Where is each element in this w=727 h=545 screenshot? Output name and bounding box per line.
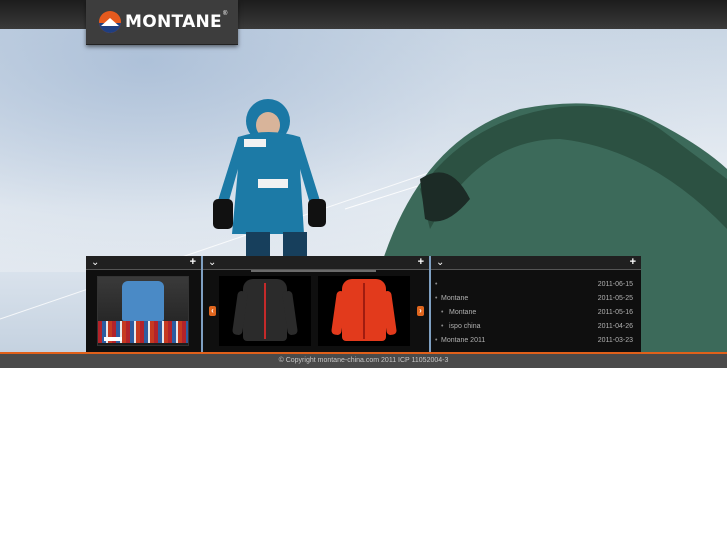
- product-card-dark-jacket[interactable]: [219, 276, 311, 346]
- news-item[interactable]: • Montane 2011-05-16: [435, 306, 637, 320]
- montane-mountain-icon: [99, 11, 121, 33]
- products-panel-header: ⌄ +: [203, 256, 429, 270]
- news-title[interactable]: Montane: [441, 292, 468, 306]
- bullet-icon: •: [441, 309, 444, 316]
- bullet-icon: •: [435, 337, 438, 344]
- bullet-icon: •: [435, 281, 438, 288]
- news-item[interactable]: • Montane 2011-05-25: [435, 292, 637, 306]
- dark-jacket-image: [243, 279, 287, 341]
- products-panel: ⌄ + ‹ ›: [203, 256, 429, 352]
- news-date: 2011-06-15: [597, 281, 633, 288]
- bullet-icon: •: [435, 295, 438, 302]
- red-jacket-image: [342, 279, 386, 341]
- video-panel: ⌄ +: [86, 256, 201, 352]
- news-item[interactable]: • 2011-06-15: [435, 278, 637, 292]
- registered-mark: ®: [222, 11, 228, 17]
- chevron-down-icon[interactable]: ⌄: [91, 257, 99, 269]
- news-list: • 2011-06-15 • Montane 2011-05-25 • Mont…: [435, 278, 637, 348]
- chevron-down-icon[interactable]: ⌄: [436, 257, 444, 269]
- chevron-down-icon[interactable]: ⌄: [208, 257, 216, 269]
- news-date: 2011-05-25: [597, 295, 633, 302]
- jacket-figure: [122, 281, 164, 321]
- news-title[interactable]: ispo china: [449, 320, 481, 334]
- products-tab-indicator: [251, 270, 376, 272]
- products-more-button[interactable]: +: [418, 256, 424, 268]
- news-item[interactable]: • Montane 2011 2011-03-23: [435, 334, 637, 348]
- news-more-button[interactable]: +: [630, 256, 636, 268]
- bullet-icon: •: [441, 323, 444, 330]
- product-card-red-jacket[interactable]: [318, 276, 410, 346]
- brand-name: MONTANE: [125, 12, 222, 32]
- video-more-button[interactable]: +: [190, 256, 196, 268]
- news-panel-header: ⌄ +: [431, 256, 641, 270]
- news-title[interactable]: Montane 2011: [441, 334, 485, 348]
- video-thumbnail[interactable]: [97, 276, 189, 346]
- news-title[interactable]: Montane: [449, 306, 476, 320]
- news-panel: ⌄ + • 2011-06-15 • Montane 2011-05-25 • …: [431, 256, 641, 352]
- footer-copyright: © Copyright montane-china.com 2011 ICP 1…: [0, 354, 727, 368]
- jacket-zip: [264, 283, 266, 339]
- prev-product-button[interactable]: ‹: [209, 306, 216, 316]
- video-panel-header: ⌄ +: [86, 256, 201, 270]
- news-item[interactable]: • ispo china 2011-04-26: [435, 320, 637, 334]
- news-date: 2011-05-16: [597, 309, 633, 316]
- news-date: 2011-04-26: [597, 323, 633, 330]
- next-product-button[interactable]: ›: [417, 306, 424, 316]
- video-caption-bar: [104, 337, 122, 341]
- brand-logo[interactable]: MONTANE ®: [86, 0, 238, 45]
- jacket-zip: [363, 283, 365, 339]
- news-date: 2011-03-23: [597, 337, 633, 344]
